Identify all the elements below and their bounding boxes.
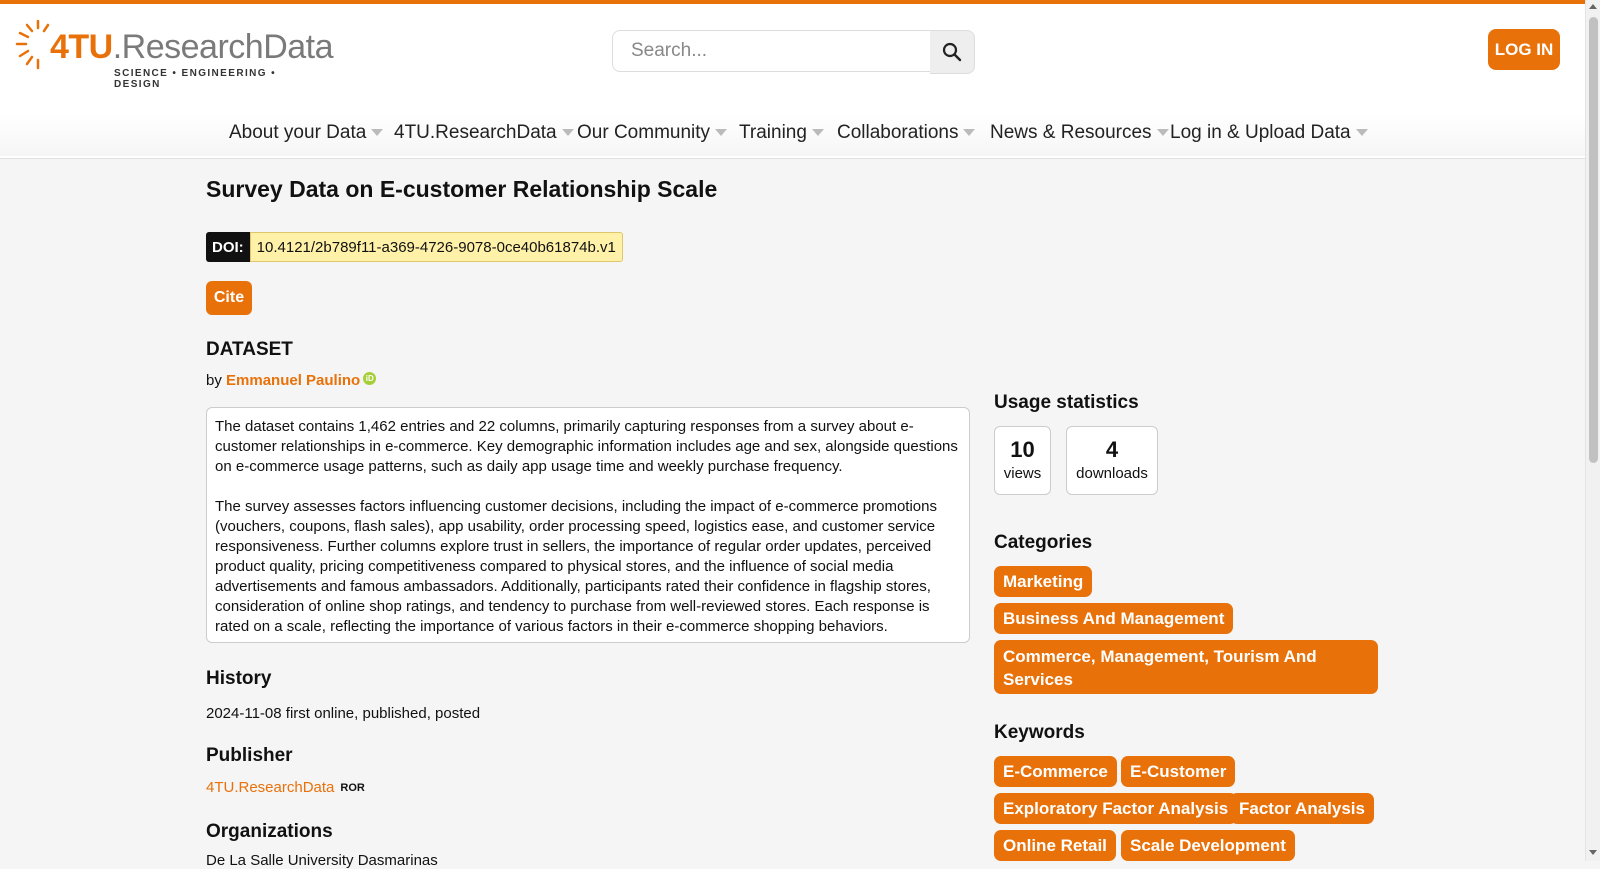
keyword-tag[interactable]: Factor Analysis: [1230, 793, 1374, 824]
downloads-stat: 4 downloads: [1066, 426, 1158, 495]
publisher-row: 4TU.ResearchData ROR: [206, 779, 365, 796]
search-input[interactable]: [612, 30, 932, 72]
caret-down-icon: [963, 129, 976, 137]
nav-item-4tu-researchdata[interactable]: 4TU.ResearchData: [394, 122, 574, 144]
caret-down-icon: [561, 129, 574, 137]
search-button[interactable]: [930, 30, 975, 74]
views-stat: 10 views: [994, 426, 1051, 495]
ror-icon[interactable]: ROR: [340, 782, 364, 794]
nav-item-news-resources[interactable]: News & Resources: [990, 122, 1169, 144]
cite-button[interactable]: Cite: [206, 281, 252, 315]
nav-item-our-community[interactable]: Our Community: [577, 122, 728, 144]
publisher-heading: Publisher: [206, 745, 293, 766]
nav-item-login-upload[interactable]: Log in & Upload Data: [1170, 122, 1368, 144]
description-paragraph: The dataset contains 1,462 entries and 2…: [215, 418, 958, 475]
views-label: views: [1003, 465, 1042, 482]
keyword-tag[interactable]: Exploratory Factor Analysis: [994, 793, 1238, 824]
byline: by Emmanuel Paulino iD: [206, 372, 377, 389]
dataset-description: The dataset contains 1,462 entries and 2…: [206, 407, 970, 643]
caret-down-icon: [1156, 129, 1169, 137]
logo-tagline: SCIENCE • ENGINEERING • DESIGN: [114, 68, 276, 90]
nav-item-about-your-data[interactable]: About your Data: [229, 122, 384, 144]
category-tag[interactable]: Marketing: [994, 566, 1093, 597]
caret-down-icon: [1355, 129, 1368, 137]
keyword-tag[interactable]: Online Retail: [994, 830, 1116, 861]
dataset-type: DATASET: [206, 339, 293, 360]
author-link[interactable]: Emmanuel Paulino: [226, 372, 360, 389]
usage-heading: Usage statistics: [994, 392, 1139, 413]
by-label: by: [206, 372, 222, 389]
doi-label: DOI:: [206, 232, 250, 262]
keywords-heading: Keywords: [994, 722, 1085, 743]
history-heading: History: [206, 668, 272, 689]
organizations-heading: Organizations: [206, 821, 333, 842]
nav-item-collaborations[interactable]: Collaborations: [837, 122, 976, 144]
main-nav: About your Data 4TU.ResearchData Our Com…: [0, 112, 1585, 156]
categories-heading: Categories: [994, 532, 1093, 553]
dataset-title: Survey Data on E-customer Relationship S…: [206, 176, 718, 202]
caret-down-icon: [371, 129, 384, 137]
site-logo[interactable]: 4TU.ResearchData SCIENCE • ENGINEERING •…: [14, 20, 334, 90]
downloads-count: 4: [1105, 437, 1119, 462]
category-tag[interactable]: Business And Management: [994, 603, 1234, 634]
search-bar: [612, 30, 975, 74]
nav-item-training[interactable]: Training: [739, 122, 824, 144]
logo-text: 4TU.ResearchData: [50, 28, 334, 66]
downloads-label: downloads: [1076, 465, 1148, 482]
keyword-tag[interactable]: Scale Development: [1121, 830, 1295, 861]
sunburst-logo-icon: [15, 20, 50, 70]
page-scrollbar[interactable]: [1585, 0, 1600, 861]
search-icon: [942, 42, 962, 62]
description-paragraph: The survey assesses factors influencing …: [215, 498, 937, 635]
keyword-tag[interactable]: E-Commerce: [994, 756, 1117, 787]
keyword-tag[interactable]: E-Customer: [1121, 756, 1236, 787]
caret-down-icon: [715, 129, 728, 137]
caret-down-icon: [811, 129, 824, 137]
site-header: 4TU.ResearchData SCIENCE • ENGINEERING •…: [0, 4, 1585, 159]
orcid-icon[interactable]: iD: [363, 372, 377, 385]
login-button[interactable]: LOG IN: [1488, 29, 1560, 70]
views-count: 10: [1010, 437, 1035, 462]
category-tag[interactable]: Commerce, Management, Tourism And Servic…: [994, 640, 1378, 694]
scroll-up-icon[interactable]: [1589, 4, 1597, 9]
doi-value[interactable]: 10.4121/2b789f11-a369-4726-9078-0ce40b61…: [249, 232, 623, 262]
scroll-down-icon[interactable]: [1589, 850, 1597, 855]
scroll-thumb[interactable]: [1589, 17, 1598, 463]
doi-badge: DOI: 10.4121/2b789f11-a369-4726-9078-0ce…: [206, 232, 623, 262]
history-text: 2024-11-08 first online, published, post…: [206, 705, 481, 722]
publisher-link[interactable]: 4TU.ResearchData: [206, 779, 334, 796]
